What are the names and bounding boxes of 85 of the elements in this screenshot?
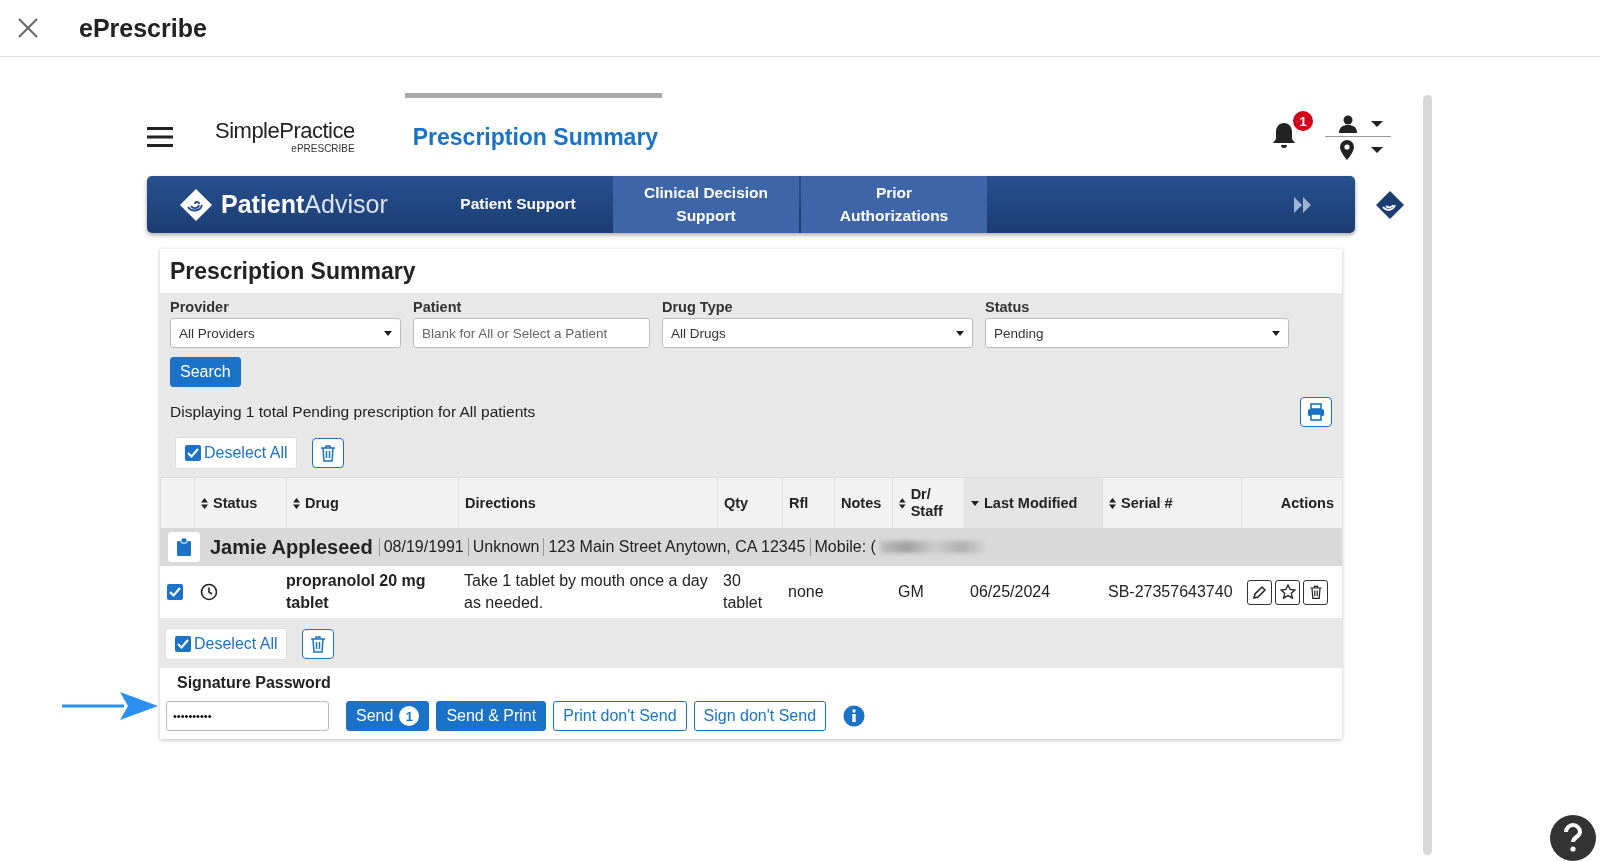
column-header[interactable]: Drug xyxy=(305,494,339,512)
sort-descending-icon[interactable] xyxy=(971,500,979,506)
star-icon xyxy=(1279,584,1296,600)
checkbox[interactable] xyxy=(174,635,192,653)
diamond-logo-icon[interactable] xyxy=(1375,189,1405,220)
nav-tab[interactable]: Clinical Decision Support xyxy=(613,176,799,233)
dropdown[interactable]: All Drugs xyxy=(662,318,973,348)
field-label: Signature Password xyxy=(177,674,332,692)
section-title: Prescription Summary xyxy=(170,257,416,285)
sort-icon[interactable] xyxy=(201,497,208,509)
menu-icon[interactable] xyxy=(147,126,173,148)
action-button[interactable]: Send 1 xyxy=(346,701,430,731)
deselect-all-button[interactable]: Deselect All xyxy=(175,437,297,469)
caret-icon xyxy=(956,330,964,336)
delete-button[interactable] xyxy=(1303,579,1328,605)
page-title: Prescription Summary xyxy=(412,123,659,151)
bell-icon[interactable] xyxy=(1271,121,1297,149)
printer-icon xyxy=(1307,403,1325,421)
caret-icon xyxy=(1272,330,1280,336)
field-label: Patient xyxy=(413,299,463,315)
column-header[interactable]: Serial # xyxy=(1121,494,1173,512)
clipboard-icon xyxy=(177,538,191,556)
caret-icon xyxy=(384,330,392,336)
trash-icon xyxy=(1307,584,1324,600)
column-header[interactable]: Dr/ Staff xyxy=(910,486,964,520)
sort-icon[interactable] xyxy=(899,497,906,509)
password-field[interactable]: •••••••••• xyxy=(166,701,329,731)
notification-badge: 1 xyxy=(1293,111,1313,131)
patient-detail: Unknown xyxy=(467,538,544,556)
table-cell-text: 30 tablet xyxy=(723,570,764,613)
patient-detail: 08/19/1991 xyxy=(378,538,468,556)
help-icon[interactable] xyxy=(1550,815,1596,861)
checkbox[interactable] xyxy=(166,583,184,601)
column-header: Notes xyxy=(841,494,882,512)
user-icon[interactable] xyxy=(1339,114,1357,133)
window-title: ePrescribe xyxy=(79,13,207,43)
column-header: Rfl xyxy=(789,494,809,512)
close-icon[interactable] xyxy=(17,17,39,39)
action-button[interactable]: Sign don't Send xyxy=(693,701,827,731)
brand-name: PatientAdvisor xyxy=(221,190,388,219)
column-header[interactable]: Status xyxy=(213,494,258,512)
patient-detail: Mobile: ( xyxy=(809,538,880,556)
clock-icon xyxy=(200,583,218,601)
patient-name: Jamie Appleseed xyxy=(210,535,373,559)
result-summary: Displaying 1 total Pending prescription for All patients xyxy=(170,403,536,421)
action-button[interactable]: Send & Print xyxy=(436,701,547,731)
patient-detail: 123 Main Street Anytown, CA 12345 xyxy=(543,538,810,556)
info-icon[interactable] xyxy=(843,705,866,727)
column-header: Qty xyxy=(724,494,749,512)
field-label: Provider xyxy=(170,299,230,315)
drug-name[interactable]: propranolol 20 mg tablet xyxy=(286,569,458,615)
double-chevron-icon[interactable] xyxy=(1293,195,1313,214)
dropdown[interactable]: Pending xyxy=(985,318,1289,348)
dropdown[interactable]: All Providers xyxy=(170,318,401,348)
table-cell-text: SB-27357643740 xyxy=(1108,581,1233,602)
clipboard-button[interactable] xyxy=(168,532,200,562)
table-cell-text: Take 1 tablet by mouth once a day as needed. xyxy=(464,570,709,613)
favorite-button[interactable] xyxy=(1275,579,1300,605)
checkbox[interactable] xyxy=(184,444,202,462)
print-button[interactable] xyxy=(1300,397,1332,427)
caret-icon[interactable] xyxy=(1371,146,1383,153)
table-cell-text: GM xyxy=(898,581,924,602)
action-button[interactable]: Print don't Send xyxy=(553,701,687,731)
field-label: Drug Type xyxy=(662,299,734,315)
edit-button[interactable] xyxy=(1247,579,1272,605)
logo-text: SimplePractice xyxy=(215,120,355,142)
input-field[interactable]: Blank for All or Select a Patient xyxy=(413,318,650,348)
table-cell-text: 06/25/2024 xyxy=(970,581,1051,602)
nav-tab[interactable]: Prior Authorizations xyxy=(801,176,987,233)
nav-tab[interactable]: Patient Support xyxy=(425,176,611,233)
brand-logo-icon xyxy=(179,187,213,222)
deselect-all-button[interactable]: Deselect All xyxy=(165,628,287,660)
sort-icon[interactable] xyxy=(293,497,300,509)
scrollbar[interactable] xyxy=(1423,95,1432,855)
location-pin-icon[interactable] xyxy=(1339,139,1355,160)
table-cell-text: none xyxy=(788,581,824,602)
search-button[interactable]: Search xyxy=(170,357,241,387)
column-header: Directions xyxy=(465,494,536,512)
field-label: Status xyxy=(985,299,1031,315)
logo-subtitle: ePRESCRIBE xyxy=(291,144,355,154)
column-header: Actions xyxy=(1280,494,1334,512)
sort-icon[interactable] xyxy=(1109,497,1116,509)
arrow-icon xyxy=(62,689,160,723)
pencil-icon xyxy=(1252,584,1267,600)
caret-icon[interactable] xyxy=(1371,120,1383,127)
